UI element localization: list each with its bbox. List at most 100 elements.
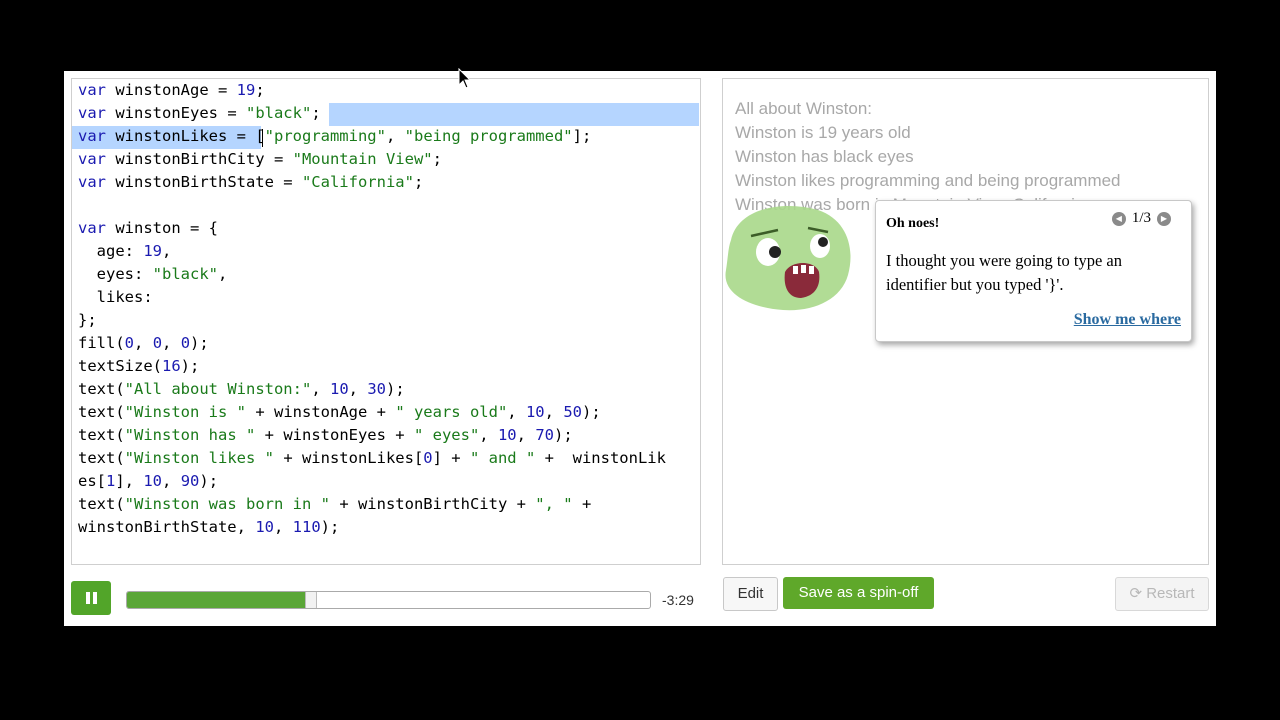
code-line[interactable]: textSize(16); <box>78 355 666 378</box>
code-token: 0 <box>180 334 191 352</box>
code-line[interactable]: text("Winston was born in " + winstonBir… <box>78 493 666 516</box>
output-line: All about Winston: <box>735 99 873 118</box>
code-token: + winstonEyes + <box>255 426 414 444</box>
pause-icon <box>93 592 97 604</box>
code-token: , <box>544 403 564 421</box>
code-token: 10 <box>143 472 163 490</box>
code-line[interactable]: age: 19, <box>78 240 666 263</box>
code-line[interactable]: var winstonEyes = "black"; <box>78 102 666 125</box>
error-title: Oh noes! <box>886 216 940 231</box>
code-token: , <box>162 334 181 352</box>
code-token: winstonBirthState = <box>106 173 302 191</box>
code-line[interactable]: text("All about Winston:", 10, 30); <box>78 378 666 401</box>
code-token: ); <box>199 472 219 490</box>
next-error-icon[interactable]: ▶ <box>1157 211 1171 226</box>
code-line[interactable]: }; <box>78 309 666 332</box>
code-line[interactable]: fill(0, 0, 0); <box>78 332 666 355</box>
code-token: 19 <box>236 81 256 99</box>
code-token: var <box>78 150 106 168</box>
code-token: winstonBirthState, <box>78 518 256 536</box>
code-token: winstonBirthCity = <box>106 150 293 168</box>
code-line[interactable] <box>78 194 666 217</box>
code-token: 30 <box>367 380 386 398</box>
playback-scrubber[interactable] <box>126 591 651 609</box>
code-token: "California" <box>301 173 414 191</box>
code-line[interactable]: var winstonLikes = ["programming", "bein… <box>78 125 666 148</box>
code-token: ); <box>581 403 601 421</box>
restart-label: Restart <box>1146 585 1195 602</box>
code-token: fill( <box>78 334 125 352</box>
code-token: 16 <box>162 357 181 375</box>
show-me-where-link[interactable]: Show me where <box>1074 311 1181 329</box>
code-line[interactable]: eyes: "black", <box>78 263 666 286</box>
code-token: , <box>479 426 498 444</box>
previous-error-icon[interactable]: ◀ <box>1111 211 1126 226</box>
code-token: winstonAge = <box>106 81 237 99</box>
code-token: var <box>78 127 106 145</box>
save-spinoff-button[interactable]: Save as a spin-off <box>783 577 934 609</box>
code-token: ]; <box>572 127 592 145</box>
code-token: 110 <box>292 518 321 536</box>
restart-button[interactable]: ⟳ Restart <box>1115 577 1209 611</box>
code-token: , <box>311 380 330 398</box>
code-content[interactable]: var winstonAge = 19; var winstonEyes = "b… <box>78 79 666 539</box>
code-token: , <box>217 265 228 283</box>
code-token: text( <box>78 380 125 398</box>
code-token: var <box>78 104 106 122</box>
code-token: textSize( <box>78 357 162 375</box>
code-token: ", " <box>535 495 573 513</box>
winston-error-icon <box>725 205 851 311</box>
code-line[interactable]: likes: <box>78 286 666 309</box>
code-token: likes: <box>78 288 153 306</box>
code-token: "Winston was born in " <box>124 495 330 513</box>
code-token: ; <box>311 104 321 122</box>
output-line: Winston likes programming and being prog… <box>735 171 1121 190</box>
code-token: ); <box>386 380 405 398</box>
code-token: 50 <box>563 403 582 421</box>
code-token: , <box>348 380 368 398</box>
code-token: , <box>162 472 181 490</box>
restart-icon: ⟳ <box>1129 585 1147 602</box>
code-token: "black" <box>245 104 312 122</box>
code-token: + winstonLik <box>535 449 666 467</box>
code-token: 1 <box>106 472 116 490</box>
code-token: , <box>134 334 153 352</box>
code-token: text( <box>78 495 125 513</box>
code-line[interactable]: var winstonBirthCity = "Mountain View"; <box>78 148 666 171</box>
code-token: " and " <box>469 449 536 467</box>
code-token: ); <box>180 357 200 375</box>
code-token: + <box>572 495 592 513</box>
code-token: "All about Winston:" <box>124 380 312 398</box>
time-remaining: -3:29 <box>662 592 694 608</box>
code-token: 10 <box>497 426 517 444</box>
code-token: ); <box>320 518 340 536</box>
code-line[interactable]: var winstonBirthState = "California"; <box>78 171 666 194</box>
output-canvas[interactable]: All about Winston: Winston is 19 years o… <box>722 78 1209 565</box>
code-token: + winstonBirthCity + <box>329 495 536 513</box>
code-token: var <box>78 219 106 237</box>
code-token: eyes: <box>78 265 153 283</box>
edit-button[interactable]: Edit <box>723 577 778 611</box>
code-line[interactable]: es[1], 10, 90); <box>78 470 666 493</box>
code-token: ); <box>190 334 209 352</box>
code-line[interactable]: winstonBirthState, 10, 110); <box>78 516 666 539</box>
code-token: "programming" <box>264 127 386 145</box>
code-line[interactable]: var winston = { <box>78 217 666 240</box>
code-line[interactable]: text("Winston has " + winstonEyes + " ey… <box>78 424 666 447</box>
code-token: 10 <box>255 518 274 536</box>
code-token: 0 <box>124 334 135 352</box>
code-line[interactable]: text("Winston likes " + winstonLikes[0] … <box>78 447 666 470</box>
code-token: 0 <box>152 334 163 352</box>
code-token: winstonLikes = <box>106 127 256 145</box>
code-token: 90 <box>180 472 200 490</box>
code-token: "black" <box>152 265 218 283</box>
code-token: 10 <box>329 380 349 398</box>
scrubber-handle[interactable] <box>305 592 318 608</box>
code-token: var <box>78 173 106 191</box>
pause-button[interactable] <box>71 581 111 615</box>
code-token: [ <box>255 127 265 145</box>
code-editor[interactable]: var winstonAge = 19; var winstonEyes = "b… <box>71 78 701 565</box>
code-line[interactable]: text("Winston is " + winstonAge + " year… <box>78 401 666 424</box>
code-token: 19 <box>143 242 162 260</box>
code-line[interactable]: var winstonAge = 19; <box>78 79 666 102</box>
